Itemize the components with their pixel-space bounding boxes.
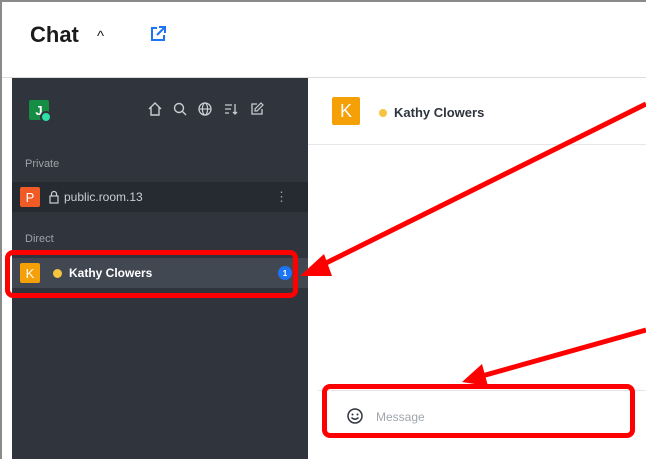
sidebar-toolbar: J: [12, 78, 308, 142]
app-header: Chat ^: [2, 2, 646, 78]
sort-icon[interactable]: [223, 101, 239, 117]
search-icon[interactable]: [172, 101, 188, 117]
sidebar-item-public-room-13[interactable]: P public.room.13 ⋮: [12, 182, 308, 212]
online-status-icon: [40, 111, 52, 123]
room-header-avatar[interactable]: K: [332, 97, 360, 125]
lock-icon: [49, 190, 59, 204]
external-link-icon[interactable]: [148, 24, 168, 44]
kebab-menu-icon[interactable]: ⋮: [275, 189, 288, 205]
home-icon[interactable]: [147, 101, 163, 117]
highlight-box-message-input: [322, 384, 635, 438]
section-label-direct: Direct: [25, 233, 54, 245]
highlight-box-kathy-clowers: [5, 250, 298, 298]
create-new-icon[interactable]: [249, 101, 265, 117]
app-title: Chat: [30, 22, 79, 47]
room-header: K Kathy Clowers: [308, 78, 646, 145]
directory-icon[interactable]: [197, 101, 213, 117]
chevron-up-icon[interactable]: ^: [97, 28, 104, 45]
section-label-private: Private: [25, 158, 60, 170]
room-header-title[interactable]: Kathy Clowers: [394, 105, 484, 120]
room-name: public.room.13: [64, 190, 143, 204]
away-status-icon: [379, 109, 387, 117]
user-avatar[interactable]: J: [29, 100, 52, 123]
room-avatar: P: [20, 187, 40, 207]
